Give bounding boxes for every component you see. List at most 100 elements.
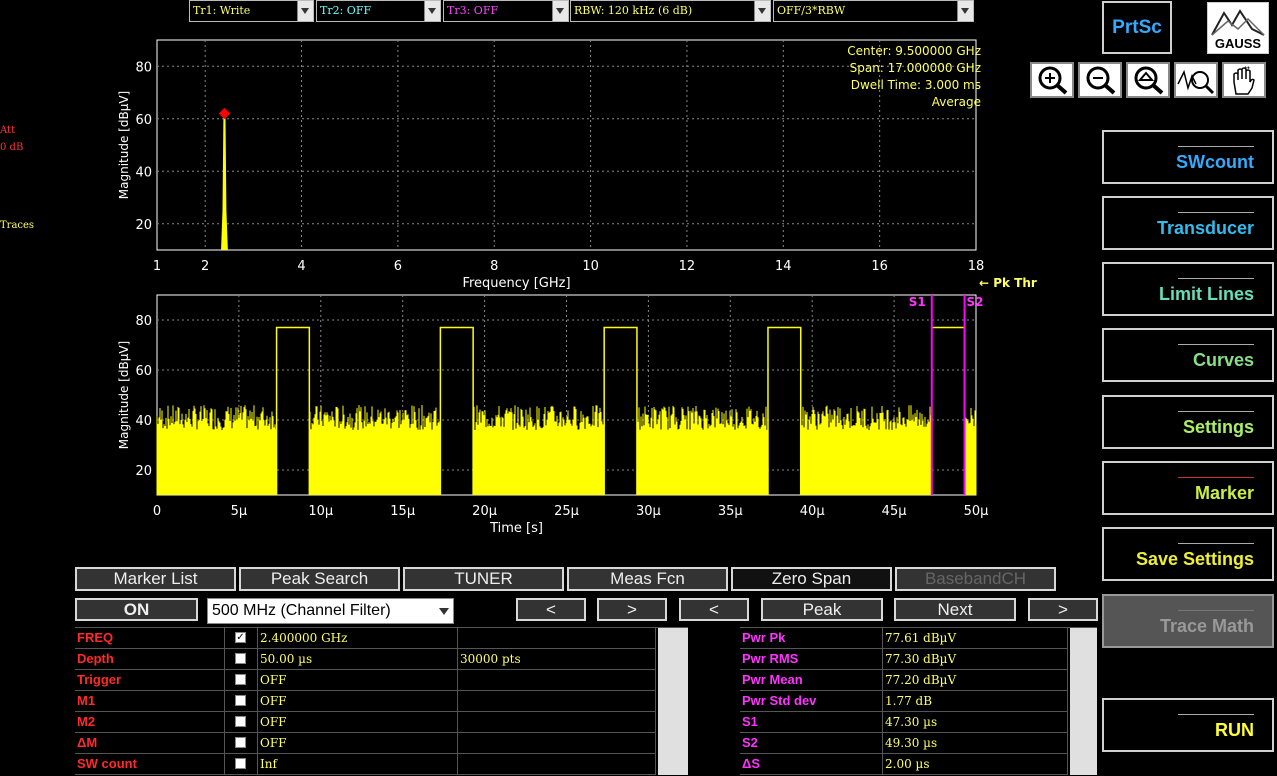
- row-label: SW count: [75, 754, 225, 775]
- row-label: Pwr Std dev: [740, 691, 883, 712]
- att-value: 0 dB: [0, 142, 24, 153]
- chevron-down-icon[interactable]: [439, 608, 449, 615]
- row-label: Pwr RMS: [740, 649, 883, 670]
- row-extra: [458, 754, 656, 775]
- transducer-button[interactable]: Transducer: [1102, 196, 1274, 250]
- row-value: 77.30 dBµV: [883, 649, 1068, 670]
- checkbox[interactable]: [235, 716, 246, 727]
- checkbox[interactable]: [235, 695, 246, 706]
- table-row-checkbox-cell: [225, 754, 258, 775]
- zerospan-chart[interactable]: 0 5µ 10µ 15µ 20µ 25µ 30µ 35µ 40µ 45µ 50µ 20 40 60 80 S1…: [100, 285, 1050, 540]
- y-tick-label: 60: [135, 113, 152, 128]
- next-button-2[interactable]: >: [1028, 598, 1098, 621]
- row-label: Pwr Mean: [740, 670, 883, 691]
- trace3-label: Tr3: OFF: [447, 4, 499, 17]
- x-tick-label: 15µ: [390, 504, 415, 519]
- row-value[interactable]: OFF: [258, 691, 458, 712]
- prev-button-2[interactable]: <: [679, 598, 749, 621]
- next-button-1[interactable]: >: [597, 598, 667, 621]
- curves-button[interactable]: Curves: [1102, 328, 1274, 382]
- chevron-down-icon[interactable]: [754, 1, 770, 21]
- x-tick-label: 35µ: [718, 504, 743, 519]
- info-text: Span: 17.000000 GHz: [850, 61, 981, 75]
- checkbox[interactable]: [235, 674, 246, 685]
- zoom-in-icon[interactable]: [1030, 62, 1074, 98]
- filter-dropdown[interactable]: 500 MHz (Channel Filter): [207, 598, 454, 624]
- run-button[interactable]: RUN: [1102, 698, 1274, 752]
- prtsc-button[interactable]: PrtSc: [1102, 1, 1172, 54]
- checkbox[interactable]: [235, 737, 246, 748]
- marker-button[interactable]: Marker: [1102, 461, 1274, 515]
- x-tick-label: 14: [775, 259, 792, 274]
- trace1-dropdown[interactable]: Tr1: Write: [189, 0, 314, 22]
- chevron-down-icon[interactable]: [957, 1, 973, 21]
- prev-button-1[interactable]: <: [516, 598, 586, 621]
- gauss-label: GAUSS: [1214, 36, 1262, 51]
- scrollbar[interactable]: [658, 628, 688, 775]
- x-tick-label: 1: [153, 259, 161, 274]
- vbw-dropdown[interactable]: OFF/3*RBW: [773, 0, 974, 22]
- s2-label: S2: [967, 295, 984, 309]
- zoom-out-icon[interactable]: [1078, 62, 1122, 98]
- tab-basebandch[interactable]: BasebandCH: [895, 567, 1056, 591]
- row-extra: [458, 628, 656, 649]
- save-settings-button[interactable]: Save Settings: [1102, 527, 1274, 581]
- x-tick-label: 8: [490, 259, 498, 274]
- row-label: S2: [740, 733, 883, 754]
- row-value[interactable]: 50.00 µs: [258, 649, 458, 670]
- swcount-button[interactable]: SWcount: [1102, 130, 1274, 184]
- tab-tuner[interactable]: TUNER: [403, 567, 564, 591]
- x-tick-label: 2: [201, 259, 209, 274]
- chevron-down-icon[interactable]: [297, 1, 313, 21]
- settings-button[interactable]: Settings: [1102, 395, 1274, 449]
- hand-icon[interactable]: ↔: [1222, 62, 1266, 98]
- spectrum-chart[interactable]: 1 2 4 6 8 10 12 14 16 1820406080Magnitude [dBµV]F…: [100, 30, 1050, 295]
- row-value[interactable]: OFF: [258, 733, 458, 754]
- limit-lines-button[interactable]: Limit Lines: [1102, 262, 1274, 316]
- prtsc-label: PrtSc: [1112, 17, 1162, 38]
- rbw-dropdown[interactable]: RBW: 120 kHz (6 dB): [570, 0, 771, 22]
- trace1-label: Tr1: Write: [193, 4, 251, 17]
- trace2-label: Tr2: OFF: [320, 4, 372, 17]
- row-extra: [458, 733, 656, 754]
- rbw-label: RBW: 120 kHz (6 dB): [574, 4, 693, 17]
- row-extra: [458, 691, 656, 712]
- row-value[interactable]: Inf: [258, 754, 458, 775]
- marker-label: Marker: [1194, 483, 1254, 503]
- checkbox[interactable]: ✓: [235, 632, 246, 643]
- row-value[interactable]: OFF: [258, 670, 458, 691]
- y-tick-label: 60: [135, 364, 152, 379]
- att-label: Att: [0, 125, 16, 136]
- checkbox[interactable]: [235, 758, 246, 769]
- row-value[interactable]: 2.400000 GHz: [258, 628, 458, 649]
- chevron-down-icon[interactable]: [424, 1, 440, 21]
- traces-label: Traces: [0, 220, 35, 231]
- y-axis-label: Magnitude [dBµV]: [117, 91, 131, 199]
- tab-meas-fcn[interactable]: Meas Fcn: [567, 567, 728, 591]
- zoom-trace-icon[interactable]: [1174, 62, 1218, 98]
- trace3-dropdown[interactable]: Tr3: OFF: [443, 0, 569, 22]
- zoom-fit-icon[interactable]: [1126, 62, 1170, 98]
- scrollbar[interactable]: [1070, 628, 1097, 775]
- tab-marker-list[interactable]: Marker List: [75, 567, 236, 591]
- trace-math-button[interactable]: Trace Math: [1102, 594, 1274, 648]
- info-text: Average: [932, 95, 981, 109]
- peak-button[interactable]: Peak: [761, 598, 883, 621]
- trace2-dropdown[interactable]: Tr2: OFF: [316, 0, 441, 22]
- on-button[interactable]: ON: [75, 598, 198, 621]
- checkbox[interactable]: [235, 653, 246, 664]
- run-label: RUN: [1215, 720, 1254, 740]
- tab-zero-span[interactable]: Zero Span: [731, 567, 892, 591]
- curves-label: Curves: [1192, 350, 1254, 370]
- row-extra: 30000 pts: [458, 649, 656, 670]
- row-value: 2.00 µs: [883, 754, 1068, 775]
- y-tick-label: 20: [135, 464, 152, 479]
- chevron-down-icon[interactable]: [552, 1, 568, 21]
- row-value[interactable]: OFF: [258, 712, 458, 733]
- x-tick-label: 5µ: [231, 504, 248, 519]
- table-row-checkbox-cell: [225, 691, 258, 712]
- tab-peak-search[interactable]: Peak Search: [239, 567, 400, 591]
- x-tick-label: 20µ: [472, 504, 497, 519]
- x-tick-label: 6: [394, 259, 402, 274]
- next-peak-button[interactable]: Next: [894, 598, 1016, 621]
